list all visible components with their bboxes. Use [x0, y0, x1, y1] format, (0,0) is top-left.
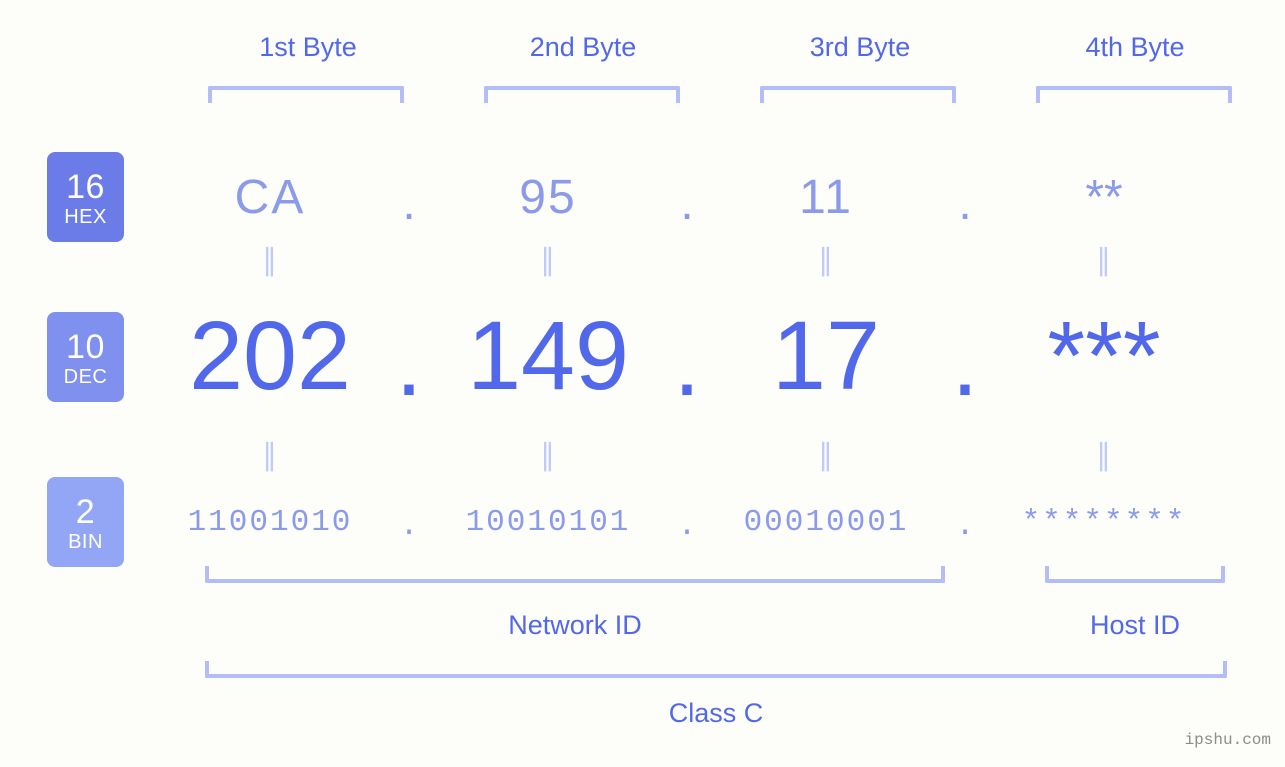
dec-byte-1: 202	[189, 301, 351, 410]
byte-bracket-4	[1036, 86, 1232, 103]
base-badge-dec-name: DEC	[63, 365, 108, 388]
equals-marker-1-3: ∥	[818, 244, 834, 277]
dec-byte-2: 149	[467, 301, 629, 410]
dec-separator-3: .	[951, 307, 979, 416]
hex-separator-2: .	[680, 176, 694, 230]
equals-marker-1-1: ∥	[262, 244, 278, 277]
ip-breakdown-diagram: 1st Byte 2nd Byte 3rd Byte 4th Byte 16 H…	[0, 0, 1285, 767]
equals-marker-1-4: ∥	[1096, 244, 1112, 277]
base-badge-dec: 10 DEC	[47, 312, 124, 402]
hex-value-row: CA . 95 . 11 . **	[150, 152, 1270, 242]
equals-marker-2-2: ∥	[540, 439, 556, 472]
bin-separator-2: .	[677, 508, 697, 544]
byte-header-label-4: 4th Byte	[1085, 32, 1185, 62]
class-label: Class C	[668, 698, 764, 728]
host-id-bracket	[1045, 566, 1225, 583]
hex-byte-2: 95	[519, 170, 577, 224]
base-badge-dec-number: 10	[66, 327, 105, 366]
base-badge-bin-name: BIN	[68, 530, 103, 553]
byte-header-label-2: 2nd Byte	[529, 32, 637, 62]
base-badge-hex-number: 16	[66, 167, 105, 206]
bin-separator-3: .	[955, 508, 975, 544]
base-badge-bin: 2 BIN	[47, 477, 124, 567]
base-badge-bin-number: 2	[75, 492, 96, 531]
bin-byte-3: 00010001	[743, 504, 909, 540]
byte-header-label-3: 3rd Byte	[809, 32, 911, 62]
host-id-label: Host ID	[1089, 610, 1181, 640]
bin-value-row: 11001010 . 10010101 . 00010001 . *******…	[150, 492, 1270, 552]
byte-bracket-3	[760, 86, 956, 103]
bin-byte-4: ********	[1021, 504, 1187, 540]
equals-gap	[946, 246, 984, 276]
byte-header-label-1: 1st Byte	[259, 32, 357, 62]
dec-byte-4: ***	[1047, 301, 1161, 410]
dec-separator-1: .	[395, 307, 423, 416]
equals-gap	[668, 246, 706, 276]
bin-separator-1: .	[399, 508, 419, 544]
equals-marker-2-3: ∥	[818, 439, 834, 472]
equals-marker-2-4: ∥	[1096, 439, 1112, 472]
hex-byte-3: 11	[799, 170, 853, 224]
hex-separator-3: .	[958, 176, 972, 230]
bin-byte-1: 11001010	[187, 504, 353, 540]
hex-byte-4: **	[1085, 170, 1123, 224]
network-id-bracket	[205, 566, 945, 583]
class-bracket	[205, 661, 1227, 678]
byte-bracket-2	[484, 86, 680, 103]
dec-value-row: 202 . 149 . 17 . ***	[150, 296, 1270, 416]
base-badge-hex-name: HEX	[64, 205, 107, 228]
bin-byte-2: 10010101	[465, 504, 631, 540]
dec-separator-2: .	[673, 307, 701, 416]
site-watermark: ipshu.com	[1184, 731, 1271, 749]
equals-marker-2-1: ∥	[262, 439, 278, 472]
equals-gap	[946, 441, 984, 471]
equals-gap	[390, 246, 428, 276]
equals-marker-row-dec-bin: ∥ ∥ ∥ ∥	[150, 441, 1270, 471]
equals-marker-1-2: ∥	[540, 244, 556, 277]
hex-separator-1: .	[402, 176, 416, 230]
byte-bracket-1	[208, 86, 404, 103]
equals-gap	[390, 441, 428, 471]
equals-marker-row-hex-dec: ∥ ∥ ∥ ∥	[150, 246, 1270, 276]
dec-byte-3: 17	[772, 301, 880, 410]
base-badge-hex: 16 HEX	[47, 152, 124, 242]
network-id-label: Network ID	[508, 610, 642, 640]
hex-byte-1: CA	[234, 170, 306, 224]
equals-gap	[668, 441, 706, 471]
